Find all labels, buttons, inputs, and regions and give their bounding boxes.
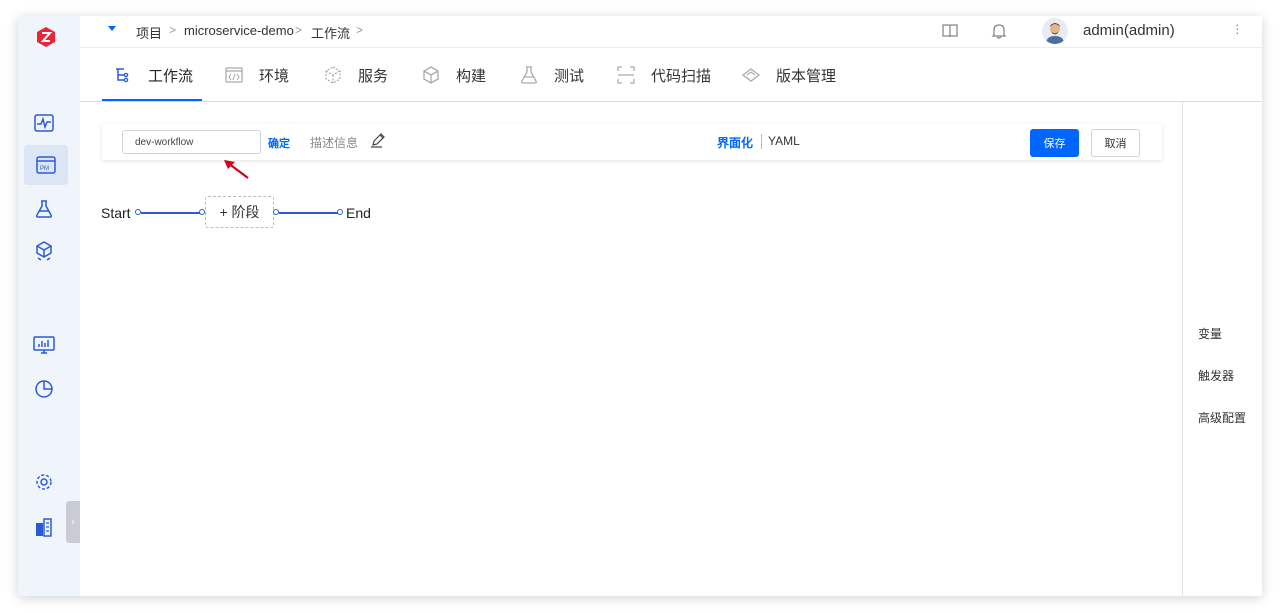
mode-divider (761, 134, 762, 149)
top-bar: 项目 > microservice-demo > 工作流 > admin(adm… (80, 16, 1262, 48)
gui-mode-tab[interactable]: 界面化 (717, 134, 753, 151)
pipeline-connector-line (141, 212, 202, 214)
breadcrumb-separator: > (295, 23, 303, 37)
project-dropdown-icon[interactable] (108, 26, 116, 31)
tab-service[interactable]: 服务 (324, 48, 388, 102)
notification-bell-icon[interactable] (990, 22, 1008, 40)
active-tab-indicator (102, 99, 202, 101)
more-menu-icon[interactable]: · · · (1235, 17, 1241, 39)
add-stage-button[interactable]: + 阶段 (205, 196, 274, 228)
edit-pencil-icon[interactable] (370, 133, 385, 148)
tab-workflow[interactable]: 工作流 (114, 48, 193, 102)
tab-version-management[interactable]: 版本管理 (742, 48, 836, 102)
tab-test[interactable]: 测试 (520, 48, 584, 102)
app-window: PM › 项目 > microservice-demo > 工作流 > admi… (18, 16, 1262, 596)
build-icon (423, 66, 439, 84)
workflow-toolbar: 确定 描述信息 界面化 YAML 保存 取消 (102, 124, 1162, 160)
user-avatar[interactable] (1042, 18, 1068, 44)
breadcrumb-section[interactable]: 工作流 (311, 23, 350, 42)
test-flask-icon[interactable] (31, 196, 57, 222)
tab-build[interactable]: 构建 (422, 48, 486, 102)
tab-label: 测试 (554, 67, 585, 85)
zadig-logo[interactable] (35, 26, 57, 48)
project-tabs: 工作流 环境 服务 构建 测试 代码扫描 版本管理 (80, 48, 1262, 102)
environment-icon (225, 67, 243, 83)
breadcrumb-project[interactable]: 项目 (136, 23, 162, 42)
yaml-mode-tab[interactable]: YAML (768, 134, 800, 148)
artifact-cube-icon[interactable] (31, 238, 57, 264)
docs-book-icon[interactable] (941, 22, 959, 40)
tab-label: 环境 (259, 67, 290, 85)
monitor-pulse-icon[interactable] (31, 110, 57, 136)
service-icon (325, 66, 341, 84)
save-button[interactable]: 保存 (1030, 129, 1079, 157)
breadcrumb-separator: > (356, 23, 364, 37)
tab-label: 服务 (358, 67, 389, 85)
confirm-name-button[interactable]: 确定 (268, 135, 290, 151)
workflow-icon (116, 68, 129, 83)
right-side-panel: 变量 触发器 高级配置 (1182, 102, 1262, 596)
description-label[interactable]: 描述信息 (310, 134, 358, 151)
pipeline-start-label: Start (101, 205, 131, 221)
test-flask-icon (521, 66, 537, 84)
settings-gear-icon[interactable] (31, 469, 57, 495)
triggers-link[interactable]: 触发器 (1198, 367, 1234, 384)
pie-chart-icon[interactable] (31, 375, 57, 401)
sidebar-expand-toggle[interactable]: › (66, 501, 80, 543)
project-management-icon[interactable]: PM (24, 145, 68, 185)
breadcrumb-separator: > (169, 23, 177, 37)
pipeline-connector-line (279, 212, 338, 214)
pipeline-end-label: End (346, 205, 371, 221)
tab-label: 构建 (456, 67, 487, 85)
scan-icon (617, 66, 635, 84)
breadcrumb-project-name[interactable]: microservice-demo (184, 23, 294, 38)
cancel-button[interactable]: 取消 (1091, 129, 1140, 157)
left-sidebar: PM › (18, 16, 80, 596)
enterprise-building-icon[interactable] (31, 514, 57, 540)
tab-label: 工作流 (148, 67, 194, 85)
tab-label: 代码扫描 (651, 67, 712, 85)
annotation-arrow-icon (224, 160, 249, 179)
dashboard-screen-icon[interactable] (31, 332, 57, 358)
advanced-config-link[interactable]: 高级配置 (1198, 409, 1246, 426)
version-icon (742, 68, 760, 82)
pipeline-connector-dot (337, 209, 343, 215)
tab-code-scan[interactable]: 代码扫描 (617, 48, 711, 102)
workflow-name-input[interactable] (122, 130, 261, 154)
svg-text:PM: PM (40, 166, 49, 172)
tab-label: 版本管理 (776, 67, 837, 85)
tab-environment[interactable]: 环境 (225, 48, 289, 102)
user-name[interactable]: admin(admin) (1083, 22, 1175, 39)
variables-link[interactable]: 变量 (1198, 325, 1222, 342)
